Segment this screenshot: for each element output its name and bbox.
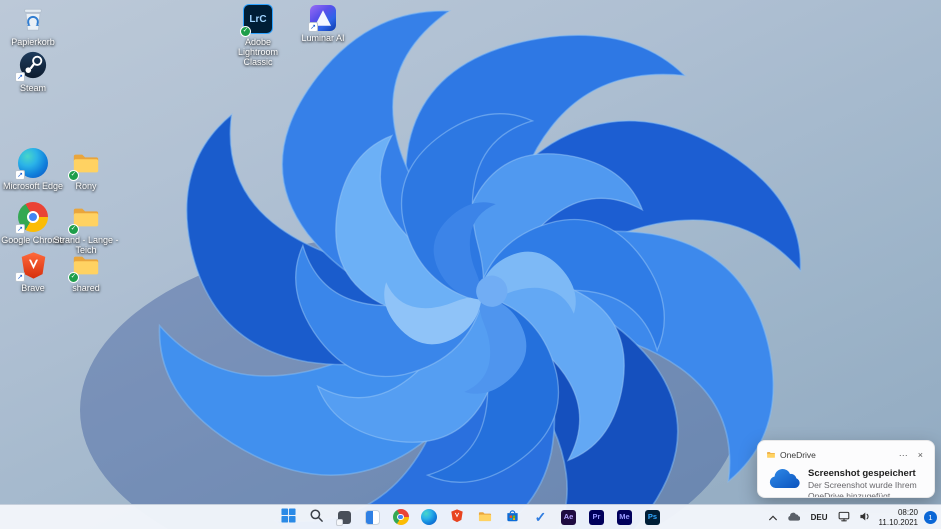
taskbar-chrome-button[interactable] xyxy=(391,507,411,527)
desktop-icon-label: shared xyxy=(72,283,100,293)
shortcut-arrow-icon: ↗ xyxy=(15,170,25,180)
tray-date: 11.10.2021 xyxy=(878,517,918,527)
folder-icon: ✓ xyxy=(68,249,102,283)
tray-onedrive-button[interactable] xyxy=(786,508,802,528)
synced-check-icon: ✓ xyxy=(240,26,251,37)
desktop-icon-steam[interactable]: ↗ Steam xyxy=(0,49,67,93)
network-button[interactable] xyxy=(837,508,852,528)
search-button[interactable] xyxy=(307,507,327,527)
desktop-icon-luminar-ai[interactable]: ↗ Luminar AI xyxy=(291,5,355,43)
onedrive-cloud-icon xyxy=(767,468,801,496)
premiere-pro-icon: Pr xyxy=(589,509,604,525)
luminar-ai-icon: ↗ xyxy=(308,5,336,32)
toast-app-name: OneDrive xyxy=(780,450,816,460)
after-effects-button[interactable]: Ae xyxy=(559,507,579,527)
file-explorer-icon xyxy=(477,509,493,526)
lightroom-classic-icon: LrC ✓ xyxy=(240,3,274,37)
notification-badge[interactable]: 1 xyxy=(924,511,937,524)
synced-check-icon: ✓ xyxy=(68,224,79,235)
widgets-button[interactable] xyxy=(363,507,383,527)
media-encoder-button[interactable]: Me xyxy=(615,507,635,527)
toast-message: Der Screenshot wurde Ihrem OneDrive hinz… xyxy=(808,480,917,498)
taskbar: ✓ Ae Pr Me Ps DEU 08:20 11.10.2021 1 xyxy=(0,504,941,529)
folder-icon: ✓ xyxy=(68,147,102,181)
microsoft-store-icon xyxy=(505,508,520,526)
desktop-icon-label: Luminar AI xyxy=(301,33,345,43)
steam-icon: ↗ xyxy=(15,49,49,82)
microsoft-edge-icon xyxy=(420,509,437,525)
media-encoder-icon: Me xyxy=(617,509,632,525)
tray-overflow-button[interactable] xyxy=(766,508,780,528)
tray-time: 08:20 xyxy=(897,507,918,517)
network-icon xyxy=(838,510,850,525)
synced-check-icon: ✓ xyxy=(68,272,79,283)
onedrive-toast[interactable]: OneDrive ··· × Screenshot gespeichert De… xyxy=(757,440,935,498)
toast-title: Screenshot gespeichert xyxy=(808,468,916,479)
language-indicator[interactable]: DEU xyxy=(808,508,831,528)
desktop-icon-folder-strand-lange-teich[interactable]: ✓ Strand - Lange - Teich xyxy=(52,201,120,255)
search-icon xyxy=(309,508,324,526)
desktop-icon-label: Papierkorb xyxy=(11,37,55,47)
shortcut-arrow-icon: ↗ xyxy=(308,22,318,32)
widgets-icon xyxy=(365,509,380,525)
microsoft-edge-icon: ↗ xyxy=(15,147,49,180)
taskbar-brave-button[interactable] xyxy=(447,507,467,527)
task-view-button[interactable] xyxy=(335,507,355,527)
brave-icon: ↗ xyxy=(15,249,49,282)
onedrive-app-icon xyxy=(766,446,776,464)
synced-check-icon: ✓ xyxy=(68,170,79,181)
file-explorer-button[interactable] xyxy=(475,507,495,527)
volume-button[interactable] xyxy=(858,508,873,528)
recycle-bin-icon xyxy=(17,3,49,35)
speaker-icon xyxy=(859,510,871,525)
toast-more-button[interactable]: ··· xyxy=(896,450,911,460)
shortcut-arrow-icon: ↗ xyxy=(15,72,25,82)
desktop-icon-label: Steam xyxy=(19,83,46,93)
photoshop-icon: Ps xyxy=(645,509,660,525)
brave-icon xyxy=(450,508,464,526)
taskbar-edge-button[interactable] xyxy=(419,507,439,527)
desktop-icon-label: Adobe Lightroom Classic xyxy=(237,37,279,68)
shortcut-arrow-icon: ↗ xyxy=(15,272,25,282)
windows-start-icon xyxy=(281,508,296,526)
desktop-icon-label: Rony xyxy=(75,181,97,191)
desktop-icon-folder-rony[interactable]: ✓ Rony xyxy=(52,147,120,191)
folder-icon: ✓ xyxy=(68,201,102,235)
photoshop-button[interactable]: Ps xyxy=(643,507,663,527)
shortcut-arrow-icon: ↗ xyxy=(15,224,25,234)
microsoft-store-button[interactable] xyxy=(503,507,523,527)
clock[interactable]: 08:20 11.10.2021 xyxy=(879,508,918,528)
desktop-icon-lightroom-classic[interactable]: LrC ✓ Adobe Lightroom Classic xyxy=(224,3,292,67)
checkmark-app-button[interactable]: ✓ xyxy=(531,507,551,527)
desktop-icon-folder-shared[interactable]: ✓ shared xyxy=(52,249,120,293)
chevron-up-icon xyxy=(768,510,778,525)
toast-close-button[interactable]: × xyxy=(915,450,926,460)
desktop-icon-recycle-bin[interactable]: Papierkorb xyxy=(0,3,67,47)
start-button[interactable] xyxy=(279,507,299,527)
checkmark-icon: ✓ xyxy=(534,509,547,525)
premiere-pro-button[interactable]: Pr xyxy=(587,507,607,527)
onedrive-cloud-icon xyxy=(787,510,801,525)
google-chrome-icon: ↗ xyxy=(15,201,49,234)
google-chrome-icon xyxy=(392,509,409,525)
task-view-icon xyxy=(336,510,351,526)
after-effects-icon: Ae xyxy=(561,509,576,525)
